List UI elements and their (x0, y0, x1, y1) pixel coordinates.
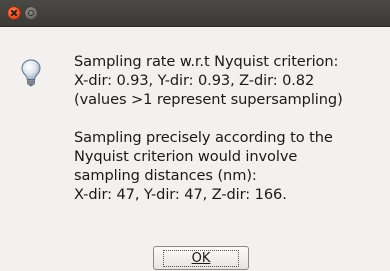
close-icon[interactable] (7, 6, 21, 20)
message-line: X-dir: 47, Y-dir: 47, Z-dir: 166. (74, 186, 287, 203)
message-line: Sampling rate w.r.t Nyquist criterion: (74, 53, 339, 70)
message-line: Sampling precisely according to the (74, 129, 333, 146)
message-text: Sampling rate w.r.t Nyquist criterion: X… (74, 52, 384, 204)
message-line: Nyquist criterion would involve (74, 148, 298, 165)
message-line: X-dir: 0.93, Y-dir: 0.93, Z-dir: 0.82 (74, 72, 315, 89)
dialog-window: Sampling rate w.r.t Nyquist criterion: X… (0, 0, 390, 271)
titlebar (0, 0, 390, 27)
minimize-icon[interactable] (24, 6, 38, 20)
ok-button-label: OK (162, 249, 240, 267)
message-line: (values >1 represent supersampling) (74, 91, 343, 108)
ok-button[interactable]: OK (153, 246, 249, 270)
message-line: sampling distances (nm): (74, 167, 257, 184)
lightbulb-icon (21, 59, 41, 87)
